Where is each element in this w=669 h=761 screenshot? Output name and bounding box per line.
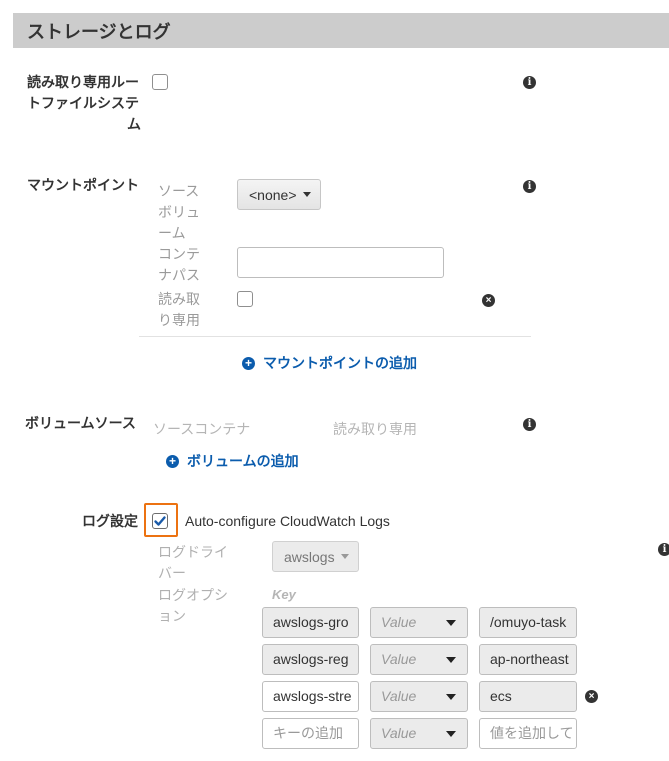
log-option-value[interactable]: /omuyo-task	[479, 607, 577, 638]
log-option-key[interactable]: awslogs-reg	[262, 644, 359, 675]
caret-down-icon	[302, 192, 311, 197]
triangle-down-icon	[446, 620, 456, 626]
add-mount-point-link[interactable]: + マウントポイントの追加	[242, 353, 417, 373]
log-driver-label: ログドライ バー	[158, 544, 228, 581]
info-icon[interactable]: i	[523, 180, 536, 193]
plus-circle-icon: +	[242, 356, 255, 370]
mount-readonly-label: 読み取 り専用	[158, 291, 200, 328]
source-volume-label: ソース ボリュ ーム	[158, 183, 200, 241]
remove-icon[interactable]: ×	[482, 294, 495, 307]
log-option-value[interactable]: ap-northeast	[479, 644, 577, 675]
log-option-value[interactable]: ecs	[479, 681, 577, 712]
triangle-down-icon	[446, 657, 456, 663]
new-key-input[interactable]: キーの追加	[262, 718, 359, 749]
new-value-type[interactable]: Value	[370, 718, 468, 749]
section-title: ストレージとログ	[27, 22, 171, 42]
log-option-value-type[interactable]: Value	[370, 681, 468, 712]
caret-down-icon	[340, 554, 349, 559]
key-column-header: Key	[272, 587, 296, 602]
mount-points-divider	[139, 336, 531, 337]
log-option-key[interactable]: awslogs-stre	[262, 681, 359, 712]
readonly-root-label: 読み取り専用ルー トファイルシステ ム	[27, 74, 141, 132]
info-icon[interactable]: i	[658, 543, 669, 556]
triangle-down-icon	[446, 731, 456, 737]
container-path-label: コンテ ナパス	[158, 246, 200, 283]
log-option-value-type[interactable]: Value	[370, 607, 468, 638]
mount-readonly-checkbox[interactable]	[237, 291, 253, 307]
info-icon[interactable]: i	[523, 418, 536, 431]
readonly-root-checkbox[interactable]	[152, 74, 168, 90]
info-icon[interactable]: i	[523, 76, 536, 89]
mount-points-label: マウントポイント	[27, 177, 139, 193]
auto-configure-checkbox[interactable]	[152, 513, 168, 529]
triangle-down-icon	[446, 694, 456, 700]
log-config-label: ログ設定	[82, 513, 138, 529]
source-volume-dropdown[interactable]: <none>	[237, 179, 321, 210]
add-volume-link[interactable]: + ボリュームの追加	[166, 451, 299, 471]
auto-configure-label: Auto-configure CloudWatch Logs	[185, 513, 390, 529]
new-value-input[interactable]: 値を追加して	[479, 718, 577, 749]
check-icon	[154, 516, 166, 526]
source-container-column: ソースコンテナ	[153, 421, 251, 437]
container-path-input[interactable]	[237, 247, 444, 278]
remove-icon[interactable]: ×	[585, 690, 598, 703]
log-driver-dropdown[interactable]: awslogs	[272, 541, 359, 572]
volumes-readonly-column: 読み取り専用	[333, 421, 417, 437]
log-options-label: ログオプシ ョン	[158, 587, 228, 624]
volumes-from-label: ボリュームソース	[25, 415, 136, 431]
plus-circle-icon: +	[166, 454, 179, 468]
log-option-value-type[interactable]: Value	[370, 644, 468, 675]
log-option-key[interactable]: awslogs-gro	[262, 607, 359, 638]
